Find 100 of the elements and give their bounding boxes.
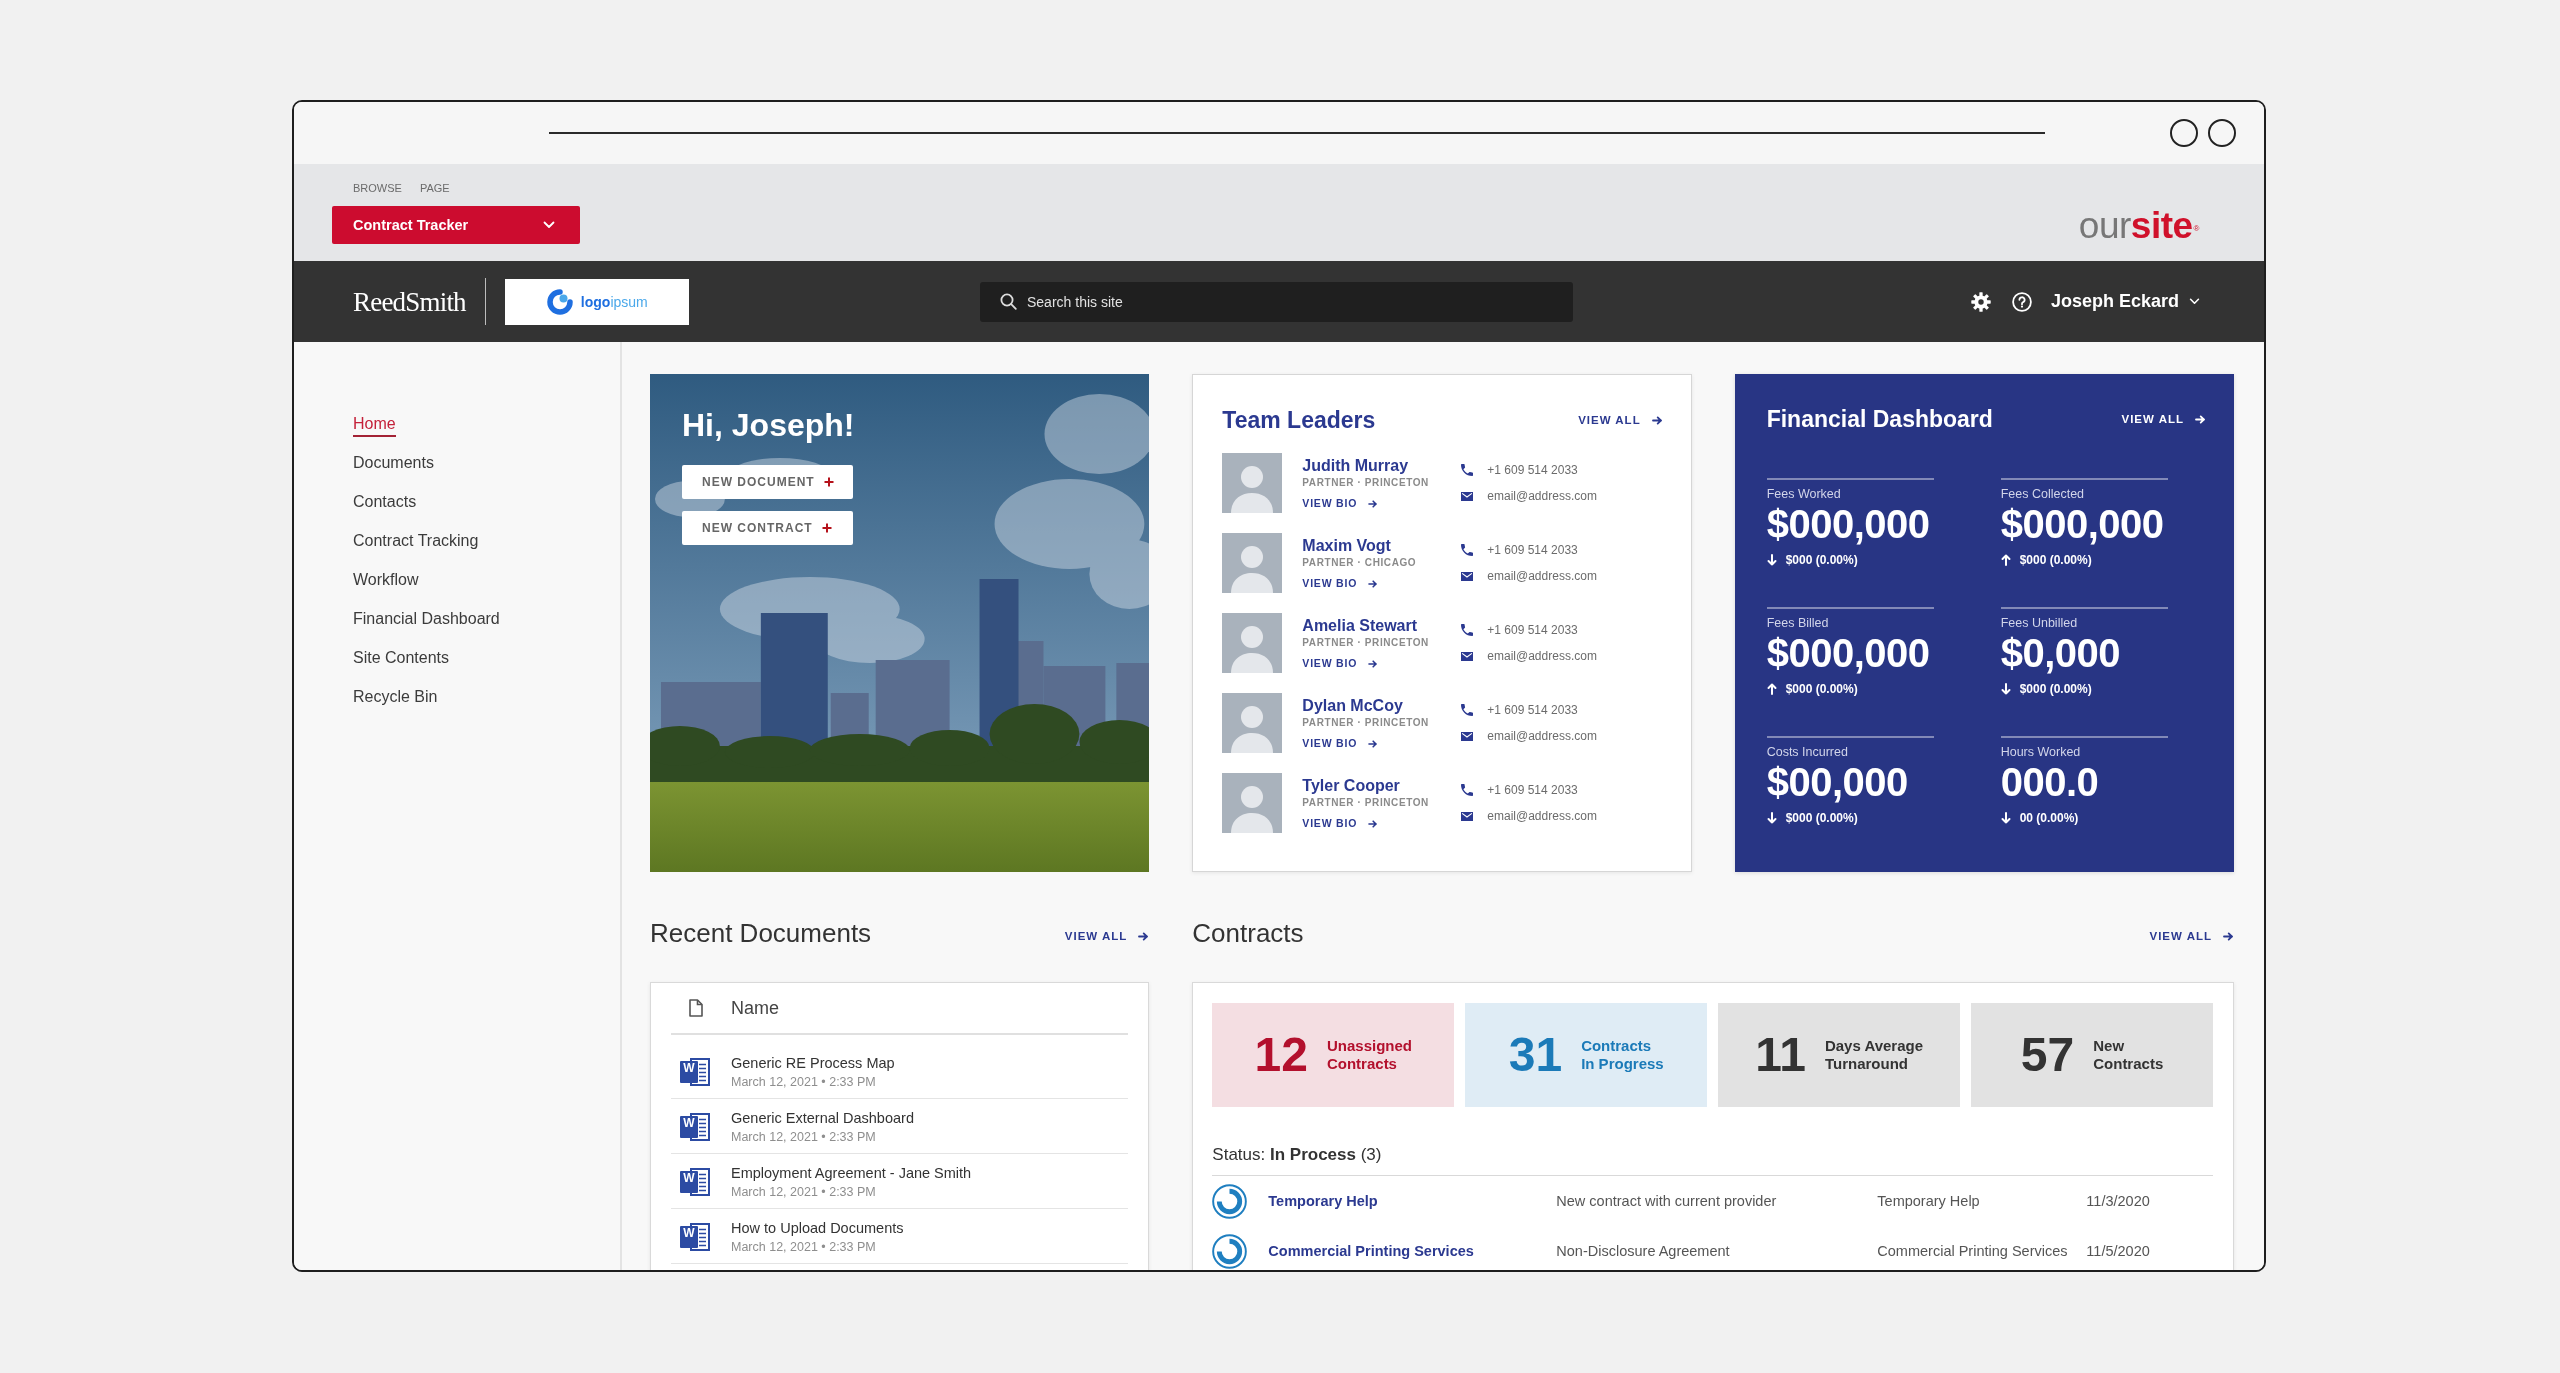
- person-role: PARTNER · PRINCETON: [1302, 636, 1429, 649]
- person-role: PARTNER · CHICAGO: [1302, 556, 1417, 569]
- metric-change: $000 (0.00%): [1785, 810, 1858, 826]
- metric-label: Fees Collected: [2000, 486, 2085, 502]
- avatar-placeholder: [1222, 613, 1283, 673]
- phone-number: +1 609 514 2033: [1487, 623, 1578, 637]
- nav-link[interactable]: Workflow: [353, 569, 419, 593]
- progress-ring-icon: [1212, 1183, 1248, 1219]
- window-control-icon[interactable]: [2208, 119, 2236, 147]
- phone-icon: [1461, 784, 1474, 796]
- email-address: email@address.com: [1487, 809, 1597, 823]
- site-dropdown-button[interactable]: Contract Tracker: [332, 206, 580, 244]
- phone-number: +1 609 514 2033: [1487, 543, 1578, 557]
- nav-link[interactable]: Contacts: [353, 491, 417, 515]
- metric-value: $0,000: [2000, 631, 2120, 675]
- document-link[interactable]: Employment Agreement - Jane Smith: [731, 1164, 972, 1182]
- view-bio-link[interactable]: VIEW BIO: [1302, 497, 1379, 510]
- nav-link[interactable]: Documents: [353, 452, 434, 476]
- contract-description: Non-Disclosure Agreement: [1556, 1243, 1730, 1259]
- window-control-icon[interactable]: [2170, 119, 2198, 147]
- nav-link[interactable]: Site Contents: [353, 647, 450, 671]
- phone-number: +1 609 514 2033: [1487, 463, 1578, 477]
- mail-icon: [1461, 571, 1474, 581]
- column-header: Name: [731, 997, 779, 1019]
- avatar-placeholder: [1222, 453, 1283, 513]
- person-name: Maxim Vogt: [1302, 536, 1391, 556]
- document-link[interactable]: Generic RE Process Map: [731, 1054, 895, 1072]
- arrow-right-icon: [1138, 931, 1150, 941]
- view-all-link[interactable]: VIEW ALL: [1064, 924, 1150, 942]
- arrow-right-icon: [1651, 415, 1663, 425]
- arrow-right-icon: [1368, 739, 1379, 748]
- search-field[interactable]: Search this site: [980, 281, 1573, 322]
- ribbon-tab[interactable]: PAGE: [419, 181, 450, 195]
- section-title: Team Leaders: [1222, 406, 1376, 435]
- search-icon: [1000, 293, 1017, 310]
- status-heading: Status: In Process (3): [1212, 1145, 2213, 1176]
- person-name: Tyler Cooper: [1302, 776, 1400, 796]
- settings-icon[interactable]: [1970, 291, 1991, 312]
- metric-label: Fees Unbilled: [2000, 615, 2078, 631]
- arrow-right-icon: [1368, 579, 1379, 588]
- metric-change: $000 (0.00%): [1785, 552, 1858, 568]
- view-all-link[interactable]: VIEW ALL: [2121, 413, 2206, 425]
- view-all-link[interactable]: VIEW ALL: [1578, 414, 1663, 426]
- stat-label: Days Average Turnaround: [1824, 1037, 1924, 1073]
- chevron-down-icon: [2189, 298, 2200, 305]
- document-date: March 12, 2021 • 2:33 PM: [731, 1184, 876, 1200]
- stat-count: 11: [1755, 1030, 1806, 1080]
- email-address: email@address.com: [1487, 569, 1597, 583]
- arrow-right-icon: [1368, 499, 1379, 508]
- stat-label: Contracts In Progress: [1581, 1037, 1664, 1073]
- nav-link[interactable]: Home: [353, 413, 396, 437]
- contract-type: Commercial Printing Services: [1877, 1243, 2068, 1259]
- metric-value: $000,000: [1766, 502, 1930, 546]
- email-address: email@address.com: [1487, 489, 1597, 503]
- arrow-right-icon: [1368, 819, 1379, 828]
- person-role: PARTNER · PRINCETON: [1302, 716, 1429, 729]
- stat-count: 12: [1254, 1030, 1308, 1080]
- section-title: Recent Documents: [650, 918, 872, 948]
- view-bio-link[interactable]: VIEW BIO: [1302, 737, 1379, 750]
- avatar-placeholder: [1222, 693, 1283, 753]
- stat-tile[interactable]: 31 Contracts In Progress: [1465, 1003, 1708, 1107]
- file-icon: [689, 999, 703, 1017]
- document-link[interactable]: Generic External Dashboard: [731, 1109, 914, 1127]
- metric-value: $000,000: [2000, 502, 2164, 546]
- metric-label: Costs Incurred: [1766, 744, 1848, 760]
- create-button[interactable]: NEW CONTRACT: [682, 511, 853, 545]
- stat-tile[interactable]: 11 Days Average Turnaround: [1718, 1003, 1961, 1107]
- metric-value: $00,000: [1766, 760, 1908, 804]
- view-all-link[interactable]: VIEW ALL: [2149, 924, 2234, 942]
- nav-link[interactable]: Contract Tracking: [353, 530, 479, 554]
- contract-link[interactable]: Commercial Printing Services: [1268, 1243, 1474, 1259]
- metric-label: Fees Worked: [1766, 486, 1841, 502]
- ribbon-tab[interactable]: BROWSE: [353, 181, 402, 195]
- user-menu-button[interactable]: Joseph Eckard: [2050, 291, 2200, 312]
- metric-change: $000 (0.00%): [2019, 552, 2092, 568]
- plus-icon: [821, 523, 832, 533]
- phone-icon: [1461, 704, 1474, 716]
- contract-type: Temporary Help: [1877, 1193, 1980, 1209]
- contract-link[interactable]: Temporary Help: [1268, 1193, 1378, 1209]
- chevron-down-icon: [543, 221, 555, 229]
- stat-label: Unassigned Contracts: [1326, 1037, 1412, 1073]
- view-bio-link[interactable]: VIEW BIO: [1302, 577, 1379, 590]
- logo-mark-icon: [545, 287, 574, 316]
- phone-number: +1 609 514 2033: [1487, 783, 1578, 797]
- stat-tile[interactable]: 12 Unassigned Contracts: [1212, 1003, 1455, 1107]
- partner-logo-text: logoipsum: [580, 293, 648, 310]
- document-link[interactable]: How to Upload Documents: [731, 1219, 904, 1237]
- stat-count: 57: [2020, 1030, 2075, 1080]
- phone-icon: [1461, 464, 1474, 476]
- phone-icon: [1461, 544, 1474, 556]
- help-icon[interactable]: [2011, 291, 2032, 312]
- nav-link[interactable]: Recycle Bin: [353, 686, 438, 710]
- create-button[interactable]: NEW DOCUMENT: [682, 465, 853, 499]
- nav-link[interactable]: Financial Dashboard: [353, 608, 500, 632]
- stat-tile[interactable]: 57 New Contracts: [1971, 1003, 2213, 1107]
- phone-icon: [1461, 624, 1474, 636]
- metric-label: Fees Billed: [1766, 615, 1829, 631]
- view-bio-link[interactable]: VIEW BIO: [1302, 817, 1379, 830]
- contract-description: New contract with current provider: [1556, 1193, 1777, 1209]
- view-bio-link[interactable]: VIEW BIO: [1302, 657, 1379, 670]
